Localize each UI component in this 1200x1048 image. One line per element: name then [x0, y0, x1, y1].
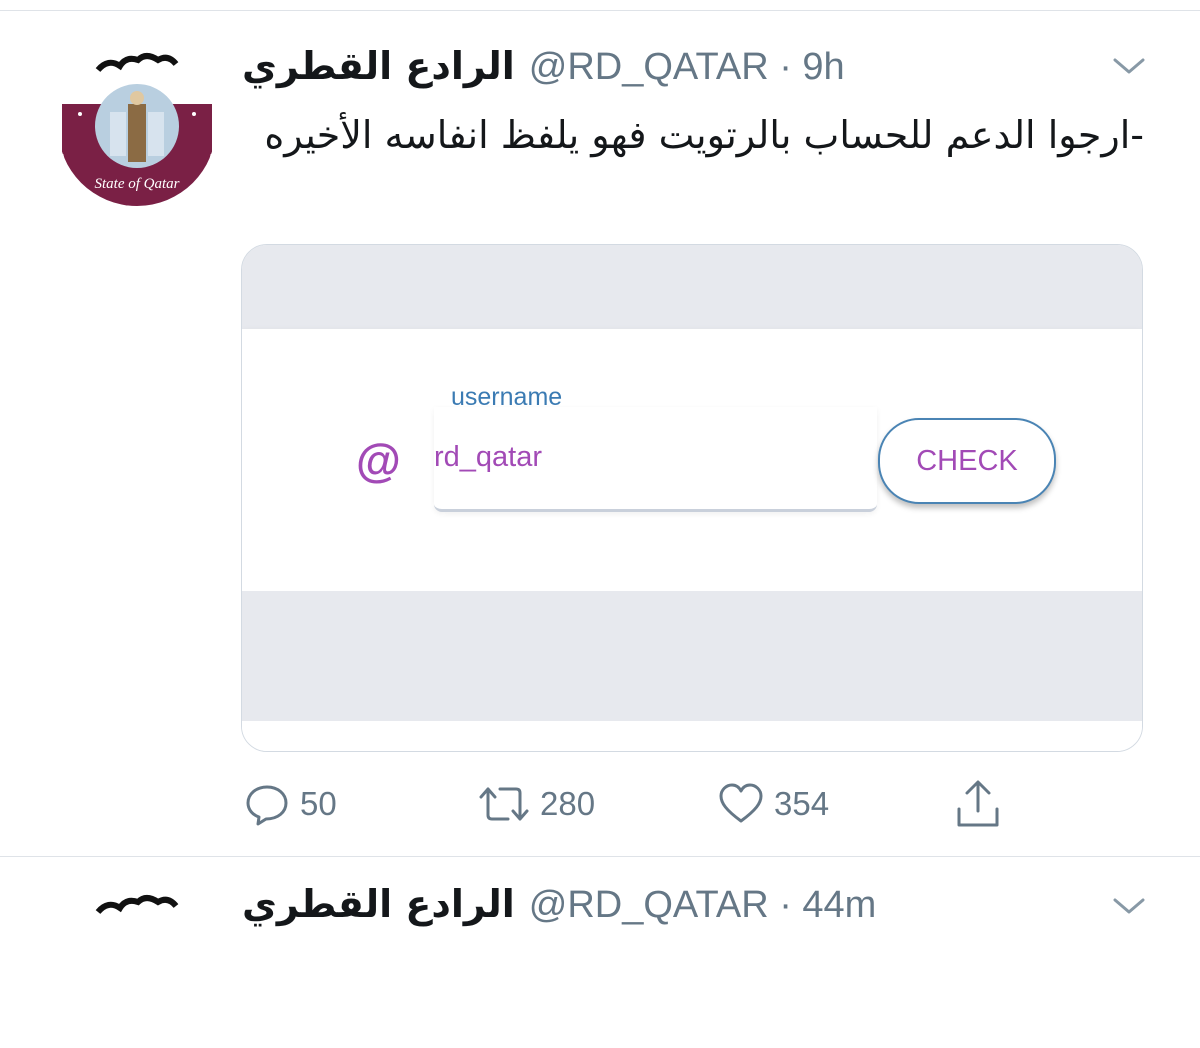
at-icon: @	[356, 434, 401, 486]
embedded-image-card[interactable]: username @ rd_qatar CHECK	[241, 244, 1143, 752]
tweet-actions: 50 280 354	[0, 776, 1200, 832]
handle-and-time[interactable]: @RD_QATAR · 44m	[529, 884, 877, 927]
avatar-caption: State of Qatar	[95, 176, 180, 192]
avatar[interactable]	[58, 890, 216, 1048]
like-icon[interactable]	[718, 781, 764, 827]
top-divider	[0, 10, 1200, 11]
chevron-down-icon[interactable]	[1112, 56, 1146, 76]
retweet-action[interactable]: 280	[478, 776, 595, 832]
display-name[interactable]: الرادع القطري	[242, 882, 515, 926]
card-bottom-band	[242, 591, 1142, 721]
like-action[interactable]: 354	[718, 776, 829, 832]
reply-action[interactable]: 50	[244, 776, 337, 832]
handle-and-time[interactable]: @RD_QATAR · 9h	[529, 46, 845, 89]
display-name[interactable]: الرادع القطري	[242, 44, 515, 88]
like-count: 354	[774, 785, 830, 822]
retweet-count: 280	[540, 785, 596, 822]
card-footer-strip	[242, 723, 1142, 751]
share-action[interactable]	[955, 776, 1001, 832]
reply-count: 50	[300, 785, 337, 822]
username-input-value: rd_qatar	[434, 441, 543, 473]
share-icon[interactable]	[955, 779, 1001, 829]
tweet-header: الرادع القطري @RD_QATAR · 9h	[242, 44, 845, 94]
card-top-band	[242, 245, 1142, 329]
check-button: CHECK	[878, 418, 1056, 504]
chevron-down-icon[interactable]	[1112, 896, 1146, 916]
tweet-divider	[0, 856, 1200, 857]
tweet-header: الرادع القطري @RD_QATAR · 44m	[242, 882, 876, 932]
retweet-icon[interactable]	[478, 781, 530, 827]
username-check-panel: username @ rd_qatar CHECK	[242, 329, 1142, 591]
tweet-text: -ارجوا الدعم للحساب بالرتويت فهو يلفظ ان…	[264, 113, 1144, 157]
reply-icon[interactable]	[244, 781, 290, 827]
avatar[interactable]: State of Qatar	[58, 48, 216, 206]
